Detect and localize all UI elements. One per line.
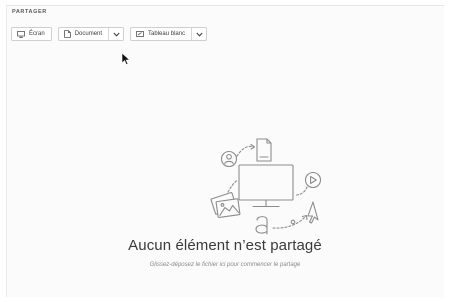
- share-whiteboard-button[interactable]: Tableau blanc: [131, 28, 191, 40]
- chevron-down-icon: [112, 32, 120, 37]
- adobe-connect-logo: [255, 216, 268, 235]
- empty-state-subtitle: Glissez-déposez le fichier ici pour comm…: [149, 262, 301, 268]
- whiteboard-icon: [136, 30, 144, 38]
- chevron-down-icon: [195, 32, 203, 37]
- whiteboard-share-group: Tableau blanc: [130, 27, 208, 41]
- screen-share-group: Écran: [11, 27, 52, 41]
- mouse-pointer-icon: [121, 52, 131, 71]
- play-icon: [304, 171, 322, 189]
- share-document-label: Document: [74, 31, 103, 37]
- arrow-cursor-icon: [307, 201, 319, 224]
- user-icon: [220, 150, 238, 168]
- document-share-group: Document: [57, 27, 125, 41]
- share-screen-label: Écran: [29, 31, 45, 37]
- document-icon: [256, 138, 272, 162]
- photos-icon: [210, 192, 241, 219]
- share-pod: PARTAGER Écran Document Tableau blanc Au…: [0, 0, 450, 302]
- panel-divider: [6, 5, 444, 6]
- document-options-dropdown[interactable]: [109, 28, 123, 40]
- share-screen-button[interactable]: Écran: [12, 28, 51, 40]
- monitor-icon: [17, 30, 25, 38]
- share-whiteboard-label: Tableau blanc: [148, 31, 186, 37]
- document-icon: [63, 30, 71, 38]
- empty-state-title: Aucun élément n’est partagé: [128, 237, 322, 254]
- share-document-button[interactable]: Document: [59, 28, 108, 40]
- monitor-icon: [238, 164, 294, 208]
- whiteboard-options-dropdown[interactable]: [192, 28, 206, 40]
- share-toolbar: Écran Document Tableau blanc: [11, 27, 208, 43]
- section-title: PARTAGER: [12, 9, 47, 15]
- empty-share-illustration: [201, 132, 331, 242]
